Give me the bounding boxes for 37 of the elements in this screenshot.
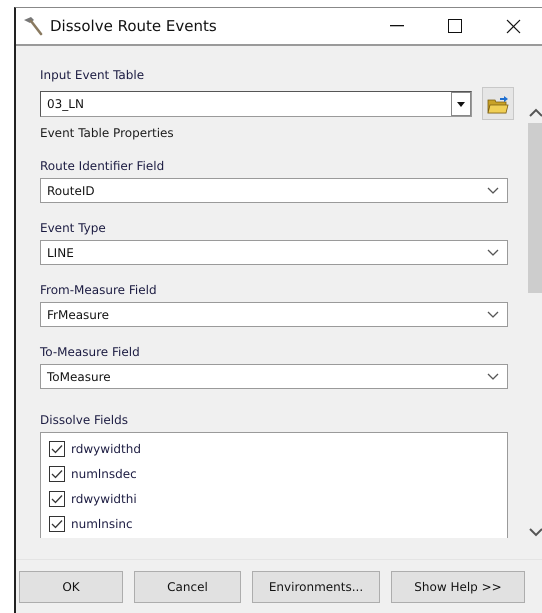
- field-name: numlnsdec: [71, 466, 137, 480]
- field-label: Dissolve Fields: [40, 413, 130, 427]
- dropdown-field[interactable]: ToMeasure: [40, 364, 508, 389]
- dialog-button[interactable]: Show Help >>: [391, 570, 525, 602]
- field-label: From-Measure Field: [40, 283, 158, 297]
- table-combo-box[interactable]: 03_LN: [40, 90, 472, 116]
- dialog-button[interactable]: Cancel: [134, 570, 241, 602]
- checkbox[interactable]: [49, 466, 65, 482]
- browse-button[interactable]: [482, 87, 514, 120]
- minimize-icon: [390, 25, 404, 27]
- dropdown-field[interactable]: FrMeasure: [40, 302, 508, 327]
- close-icon: [506, 18, 520, 34]
- field-label: Route Identifier Field: [40, 159, 166, 173]
- chevron-down-icon: [487, 248, 499, 256]
- scroll-up-icon[interactable]: [528, 108, 542, 117]
- chevron-down-icon: [487, 372, 499, 380]
- field-label: Input Event Table: [40, 68, 146, 82]
- hammer-icon: [22, 15, 44, 37]
- field-label: To-Measure Field: [40, 345, 141, 359]
- field-name: rdwywidthi: [71, 492, 137, 506]
- scrollbar-thumb[interactable]: [528, 123, 542, 293]
- checkbox[interactable]: [49, 516, 65, 532]
- field-label: Event Type: [40, 221, 107, 235]
- window-title: Dissolve Route Events: [50, 17, 218, 35]
- field-name: numlnsinc: [71, 516, 133, 530]
- dialog-button[interactable]: OK: [19, 570, 123, 602]
- dropdown-field[interactable]: RouteID: [40, 178, 508, 203]
- checkbox[interactable]: [49, 440, 65, 456]
- chevron-down-icon: [487, 186, 499, 194]
- dropdown-field[interactable]: LINE: [40, 240, 508, 265]
- field-name: rdwywidthd: [71, 442, 141, 456]
- section-heading: Event Table Properties: [40, 126, 175, 140]
- chevron-down-icon: [487, 310, 499, 318]
- maximize-icon: [448, 19, 462, 33]
- dialog-button[interactable]: Environments...: [252, 570, 380, 602]
- checkbox[interactable]: [49, 490, 65, 506]
- scroll-down-icon[interactable]: [528, 528, 542, 537]
